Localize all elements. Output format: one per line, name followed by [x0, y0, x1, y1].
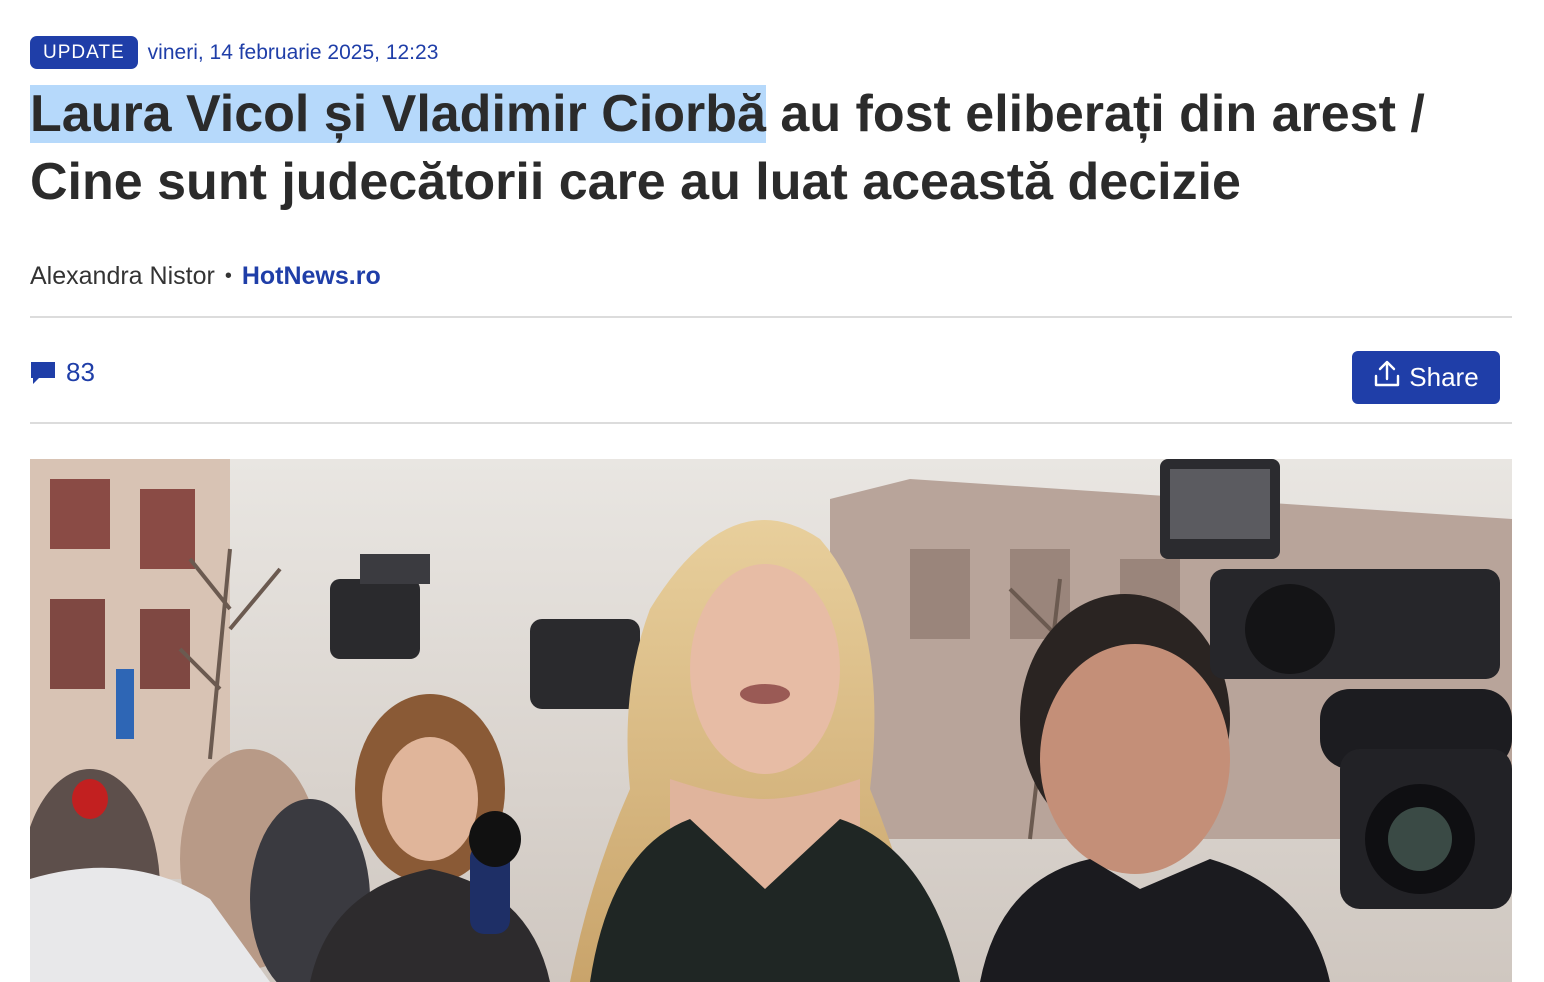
update-badge: UPDATE [30, 36, 138, 69]
divider-top [30, 316, 1512, 318]
comments-button[interactable]: 83 [30, 355, 95, 389]
article-photo [30, 459, 1512, 982]
share-label: Share [1409, 362, 1479, 392]
source-link[interactable]: HotNews.ro [242, 262, 381, 291]
comments-count: 83 [66, 356, 95, 387]
divider-bottom [30, 422, 1512, 424]
article-meta: UPDATE vineri, 14 februarie 2025, 12:23 [30, 36, 438, 69]
share-upload-icon [1373, 360, 1409, 395]
selected-title-text[interactable]: Laura Vicol și Vladimir Ciorbă [30, 85, 766, 143]
comment-icon [30, 359, 56, 385]
author-name: Alexandra Nistor [30, 262, 215, 290]
byline-separator: • [224, 265, 232, 287]
byline: Alexandra Nistor • HotNews.ro [30, 262, 381, 291]
share-button[interactable]: Share [1352, 351, 1500, 404]
photo-illustration [30, 459, 1512, 982]
article-title: Laura Vicol și Vladimir Ciorbă au fost e… [30, 80, 1520, 216]
publish-date: vineri, 14 februarie 2025, 12:23 [147, 40, 439, 64]
article: UPDATE vineri, 14 februarie 2025, 12:23 … [0, 0, 1544, 982]
